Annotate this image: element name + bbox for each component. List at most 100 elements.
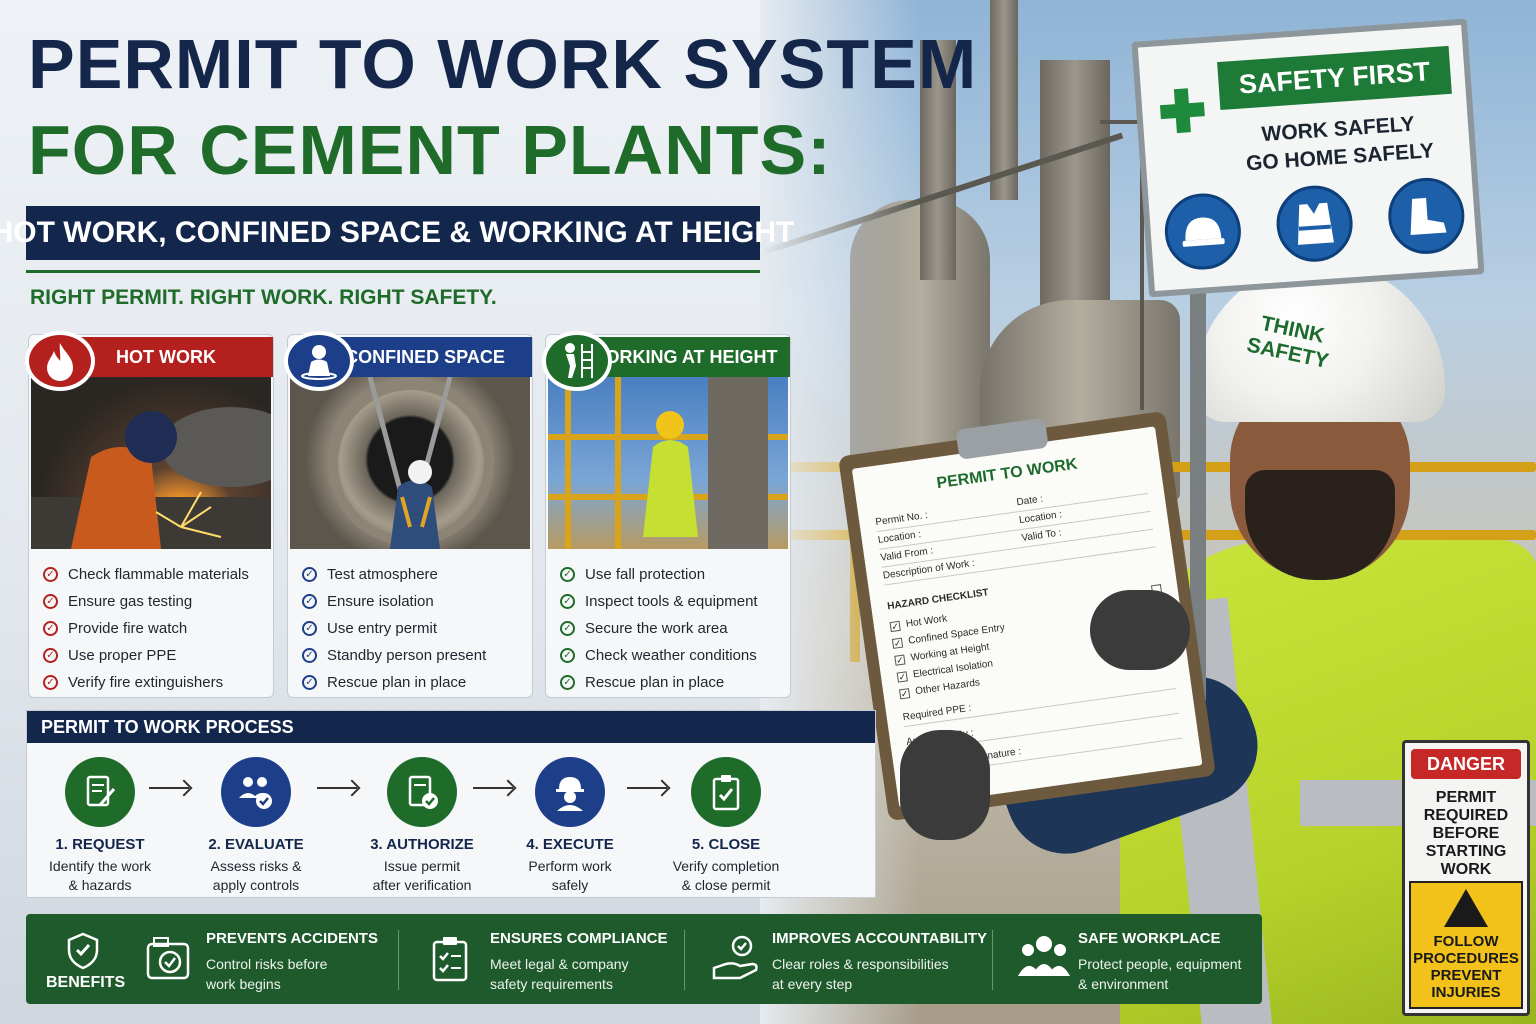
list-item: ✓ Provide fire watch — [43, 615, 249, 642]
list-item: ✓ Check flammable materials — [43, 561, 249, 588]
sign-banner: SAFETY FIRST — [1217, 45, 1452, 110]
list-item-label: Test atmosphere — [327, 566, 438, 583]
danger-text: PERMIT REQUIRED BEFORE STARTING WORK — [1423, 789, 1509, 878]
checkbox-checked-icon: ✓ — [894, 653, 906, 666]
list-item: ✓ Use proper PPE — [43, 642, 249, 669]
list-item-label: Rescue plan in place — [327, 674, 467, 691]
benefit-desc: & environment — [1078, 976, 1169, 992]
process-title: PERMIT TO WORK PROCESS — [27, 711, 875, 743]
people-group-icon — [1018, 934, 1070, 983]
list-item: ✓ Rescue plan in place — [302, 669, 486, 696]
hard-hat-worker-icon — [535, 757, 605, 827]
safety-first-sign: SAFETY FIRST WORK SAFELY GO HOME SAFELY — [1131, 18, 1485, 298]
step-desc: Verify completion — [672, 858, 780, 874]
working-at-height-photo — [548, 377, 788, 549]
divider — [398, 930, 399, 990]
step-desc: apply controls — [212, 877, 300, 893]
check-circle-icon: ✓ — [560, 675, 575, 690]
benefit-desc: Control risks before — [206, 956, 328, 972]
step-desc: Perform work — [528, 858, 612, 874]
process-step-close: 5. CLOSE Verify completion & close permit — [651, 757, 801, 895]
step-desc: & close permit — [681, 877, 771, 893]
benefit-desc: safety requirements — [490, 976, 613, 992]
document-check-icon — [387, 757, 457, 827]
check-circle-icon: ✓ — [560, 594, 575, 609]
welding-photo — [31, 377, 271, 549]
caution-text: FOLLOW PROCEDURES PREVENT INJURIES — [1413, 933, 1519, 1001]
list-item-label: Standby person present — [327, 647, 487, 664]
list-item-label: Use entry permit — [327, 620, 438, 637]
step-name: 1. REQUEST — [55, 836, 145, 853]
clipboard-check-icon — [691, 757, 761, 827]
worker-glove — [900, 730, 990, 840]
confined-space-checklist: ✓ Test atmosphere ✓ Ensure isolation ✓ Use … — [302, 561, 486, 696]
divider — [26, 270, 760, 273]
hand-check-icon — [712, 934, 762, 987]
check-circle-icon: ✓ — [43, 675, 58, 690]
process-panel: PERMIT TO WORK PROCESS 1. REQUEST Identi… — [26, 710, 876, 898]
checkbox-checked-icon: ✓ — [896, 670, 908, 683]
step-desc: & hazards — [68, 877, 132, 893]
step-name: 3. AUTHORIZE — [370, 836, 474, 853]
step-desc: Identify the work — [49, 858, 151, 874]
danger-header: DANGER — [1411, 749, 1521, 779]
list-item: ✓ Inspect tools & equipment — [560, 588, 758, 615]
first-aid-cross-icon — [1159, 87, 1206, 134]
benefit-title: SAFE WORKPLACE — [1078, 930, 1221, 947]
document-pen-icon — [65, 757, 135, 827]
working-at-height-checklist: ✓ Use fall protection ✓ Inspect tools & eq… — [560, 561, 758, 696]
process-step-evaluate: 2. EVALUATE Assess risks & apply controls — [181, 757, 331, 895]
danger-sign: DANGER PERMIT REQUIRED BEFORE STARTING W… — [1402, 740, 1530, 1016]
benefits-label: BENEFITS — [46, 974, 126, 991]
list-item-label: Rescue plan in place — [585, 674, 725, 691]
hot-work-checklist: ✓ Check flammable materials ✓ Ensure gas t… — [43, 561, 249, 696]
list-item: ✓ Verify fire extinguishers — [43, 669, 249, 696]
benefit-title: ENSURES COMPLIANCE — [490, 930, 668, 947]
benefit-improves-accountability: IMPROVES ACCOUNTABILITY Clear roles & re… — [712, 930, 1002, 992]
clipboard-check-icon — [430, 934, 470, 987]
check-circle-icon: ✓ — [43, 621, 58, 636]
process-step-authorize: 3. AUTHORIZE Issue permit after verificat… — [347, 757, 497, 895]
benefit-safe-workplace: SAFE WORKPLACE Protect people, equipment… — [1018, 930, 1258, 992]
step-name: 5. CLOSE — [691, 836, 761, 853]
check-circle-icon: ✓ — [302, 567, 317, 582]
list-item-label: Secure the work area — [585, 620, 728, 637]
list-item: ✓ Standby person present — [302, 642, 486, 669]
worker-in-manhole-icon — [284, 331, 354, 391]
check-circle-icon: ✓ — [302, 621, 317, 636]
page-title-line-2: FOR CEMENT PLANTS: — [28, 111, 832, 189]
check-circle-icon: ✓ — [302, 594, 317, 609]
list-item: ✓ Use fall protection — [560, 561, 758, 588]
hard-hat-icon — [1162, 190, 1244, 273]
confined-space-photo — [290, 377, 530, 549]
benefit-desc: at every step — [772, 976, 853, 992]
checkbox-checked-icon: ✓ — [898, 687, 911, 699]
step-desc: after verification — [372, 877, 472, 893]
check-circle-icon: ✓ — [43, 594, 58, 609]
page-title-line-1: PERMIT TO WORK SYSTEM — [28, 25, 978, 103]
divider — [684, 930, 685, 990]
list-item-label: Check weather conditions — [585, 647, 757, 664]
camera-shield-icon — [146, 934, 190, 987]
benefit-prevents-accidents: PREVENTS ACCIDENTS Control risks before w… — [146, 930, 396, 992]
benefit-desc: work begins — [206, 976, 281, 992]
helmet-text: THINK SAFETY — [1244, 311, 1331, 374]
list-item-label: Provide fire watch — [68, 620, 188, 637]
card-confined-space: CONFINED SPACE ✓ Test atmosphere ✓ Ensure … — [284, 331, 533, 698]
divider — [992, 930, 993, 990]
benefit-title: IMPROVES ACCOUNTABILITY — [772, 930, 988, 947]
safety-vest-icon — [1274, 183, 1356, 265]
list-item: ✓ Use entry permit — [302, 615, 486, 642]
subtitle-banner: HOT WORK, CONFINED SPACE & WORKING AT HE… — [0, 206, 794, 260]
check-circle-icon: ✓ — [560, 648, 575, 663]
step-name: 4. EXECUTE — [526, 836, 614, 853]
list-item: ✓ Ensure isolation — [302, 588, 486, 615]
tagline: RIGHT PERMIT. RIGHT WORK. RIGHT SAFETY. — [30, 286, 497, 309]
card-hot-work: HOT WORK ✓ Check flammable materials ✓ Ens… — [25, 331, 274, 698]
checkbox-checked-icon: ✓ — [891, 637, 904, 649]
check-circle-icon: ✓ — [302, 675, 317, 690]
worker-glove-with-pen — [1090, 590, 1190, 670]
step-desc: Issue permit — [383, 858, 461, 874]
shield-check-icon — [66, 932, 100, 975]
ladder-worker-icon — [542, 331, 612, 391]
